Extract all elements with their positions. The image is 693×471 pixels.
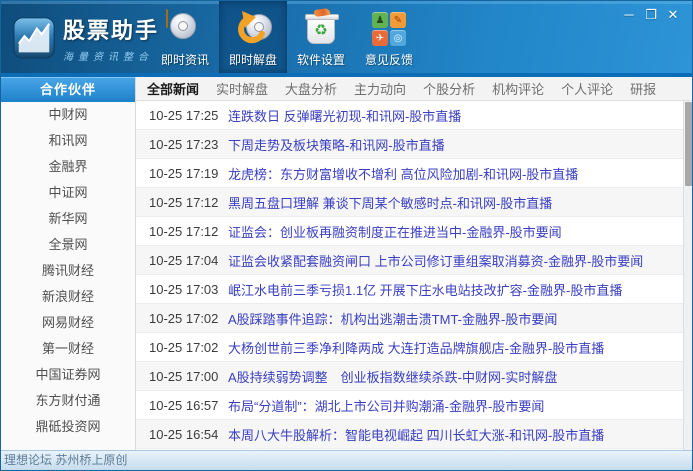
toolbar-button-instant-news[interactable]: 即时资讯 (151, 1, 219, 73)
news-time: 10-25 17:25 (136, 108, 228, 123)
cd-arrow-icon (234, 10, 272, 48)
sidebar-item-quanjing[interactable]: 全景网 (1, 232, 135, 258)
news-title-link[interactable]: 证监会收紧配套融资闸口 上市公司修订重组案取消募资-金融界-股市要闻 (228, 251, 643, 270)
news-time: 10-25 17:23 (136, 137, 228, 152)
news-time: 10-25 17:04 (136, 253, 228, 268)
scrollbar-thumb[interactable] (685, 102, 692, 186)
sidebar-item-tencent-finance[interactable]: 腾讯财经 (1, 258, 135, 284)
cd-disc-icon (166, 10, 204, 48)
news-time: 10-25 17:03 (136, 282, 228, 297)
tab-all-news[interactable]: 全部新闻 (147, 79, 199, 98)
news-title-link[interactable]: A股持续弱势调整 创业板指数继续杀跌-中财网-实时解盘 (228, 367, 557, 386)
toolbar-button-label: 意见反馈 (365, 51, 413, 68)
sidebar-item-dingdi-invest[interactable]: 鼎砥投资网 (1, 414, 135, 440)
sidebar-item-yicai[interactable]: 第一财经 (1, 336, 135, 362)
news-title-link[interactable]: 连跌数日 反弹曙光初现-和讯网-股市直播 (228, 106, 461, 125)
toolbar-button-label: 即时解盘 (229, 51, 277, 68)
news-title-link[interactable]: 岷江水电前三季亏损1.1亿 开展下庄水电站技改扩容-金融界-股市直播 (228, 280, 622, 299)
news-row: 10-25 17:12 黑周五盘口理解 兼谈下周某个敏感时点-和讯网-股市直播 (136, 188, 683, 217)
news-time: 10-25 17:02 (136, 311, 228, 326)
news-time: 10-25 16:54 (136, 427, 228, 442)
news-title-link[interactable]: A股踩踏事件追踪：机构出逃潮击溃TMT-金融界-股市要闻 (228, 309, 557, 328)
news-tabbar: 全部新闻 实时解盘 大盘分析 主力动向 个股分析 机构评论 个人评论 研报 (136, 77, 692, 101)
tab-market-analysis[interactable]: 大盘分析 (285, 79, 337, 98)
status-text: 理想论坛 苏州桥上原创 (4, 453, 127, 467)
app-title: 股票助手 (63, 13, 159, 45)
minimize-button[interactable]: ─ (618, 6, 640, 24)
sidebar-item-hexun[interactable]: 和讯网 (1, 128, 135, 154)
news-row: 10-25 17:03 岷江水电前三季亏损1.1亿 开展下庄水电站技改扩容-金融… (136, 275, 683, 304)
app-subtitle: 海量资讯整合 (63, 48, 159, 63)
news-title-link[interactable]: 下周走势及板块策略-和讯网-股市直播 (228, 135, 445, 154)
news-title-link[interactable]: 黑周五盘口理解 兼谈下周某个敏感时点-和讯网-股市直播 (228, 193, 552, 212)
toolbar-button-label: 软件设置 (297, 51, 345, 68)
sidebar-item-netease-finance[interactable]: 网易财经 (1, 310, 135, 336)
tab-realtime-analysis[interactable]: 实时解盘 (216, 79, 268, 98)
news-row: 10-25 16:57 布局“分道制”：湖北上市公司并购潮涌-金融界-股市要闻 (136, 391, 683, 420)
toolbar-button-feedback[interactable]: ♟ ✎ ✈ ◎ 意见反馈 (355, 1, 423, 73)
news-row: 10-25 17:02 大杨创世前三季净利降两成 大连打造品牌旗舰店-金融界-股… (136, 333, 683, 362)
tab-institution-review[interactable]: 机构评论 (492, 79, 544, 98)
news-time: 10-25 17:12 (136, 224, 228, 239)
news-time: 10-25 16:57 (136, 398, 228, 413)
news-row: 10-25 17:02 A股踩踏事件追踪：机构出逃潮击溃TMT-金融界-股市要闻 (136, 304, 683, 333)
news-time: 10-25 17:12 (136, 195, 228, 210)
sidebar-item-china-securities[interactable]: 中国证券网 (1, 362, 135, 388)
recycle-bin-icon: ♻ (302, 10, 340, 48)
sidebar-item-jinrongjie[interactable]: 金融界 (1, 154, 135, 180)
toolbar-button-label: 即时资讯 (161, 51, 209, 68)
sidebar-item-xinhua[interactable]: 新华网 (1, 206, 135, 232)
partner-sidebar: 合作伙伴 中财网 和讯网 金融界 中证网 新华网 全景网 腾讯财经 新浪财经 网… (1, 77, 136, 450)
feedback-grid-icon: ♟ ✎ ✈ ◎ (370, 10, 408, 48)
status-bar: 理想论坛 苏州桥上原创 (1, 450, 692, 470)
tab-research-report[interactable]: 研报 (630, 79, 656, 98)
close-button[interactable]: ✕ (662, 6, 684, 24)
logo-text: 股票助手 海量资讯整合 (63, 13, 159, 63)
news-title-link[interactable]: 本周八大牛股解析：智能电视崛起 四川长虹大涨-和讯网-股市直播 (228, 425, 604, 444)
sidebar-item-sina-finance[interactable]: 新浪财经 (1, 284, 135, 310)
sidebar-header: 合作伙伴 (1, 77, 135, 102)
tab-personal-review[interactable]: 个人评论 (561, 79, 613, 98)
toolbar-button-settings[interactable]: ♻ 软件设置 (287, 1, 355, 73)
news-scrollbar[interactable] (683, 101, 692, 450)
news-time: 10-25 17:19 (136, 166, 228, 181)
news-title-link[interactable]: 布局“分道制”：湖北上市公司并购潮涌-金融界-股市要闻 (228, 396, 544, 415)
main-panel: 全部新闻 实时解盘 大盘分析 主力动向 个股分析 机构评论 个人评论 研报 10… (136, 77, 692, 450)
window-body: 合作伙伴 中财网 和讯网 金融界 中证网 新华网 全景网 腾讯财经 新浪财经 网… (1, 77, 692, 450)
tab-stock-analysis[interactable]: 个股分析 (423, 79, 475, 98)
news-row: 10-25 17:25 连跌数日 反弹曙光初现-和讯网-股市直播 (136, 101, 683, 130)
news-title-link[interactable]: 证监会：创业板再融资制度正在推进当中-金融界-股市要闻 (228, 222, 562, 241)
news-row: 10-25 16:54 本周八大牛股解析：智能电视崛起 四川长虹大涨-和讯网-股… (136, 420, 683, 449)
news-row: 10-25 17:23 下周走势及板块策略-和讯网-股市直播 (136, 130, 683, 159)
maximize-button[interactable]: ❐ (640, 6, 662, 24)
sidebar-item-eastmoney-pay[interactable]: 东方财付通 (1, 388, 135, 414)
sidebar-item-zhongcai[interactable]: 中财网 (1, 102, 135, 128)
window-controls: ─ ❐ ✕ (618, 6, 684, 24)
news-title-link[interactable]: 龙虎榜：东方财富增收不增利 高位风险加剧-和讯网-股市直播 (228, 164, 578, 183)
news-title-link[interactable]: 大杨创世前三季净利降两成 大连打造品牌旗舰店-金融界-股市直播 (228, 338, 604, 357)
news-row: 10-25 17:04 证监会收紧配套融资闸口 上市公司修订重组案取消募资-金融… (136, 246, 683, 275)
news-time: 10-25 17:00 (136, 369, 228, 384)
news-row: 10-25 17:00 A股持续弱势调整 创业板指数继续杀跌-中财网-实时解盘 (136, 362, 683, 391)
sidebar-item-zhongzheng[interactable]: 中证网 (1, 180, 135, 206)
toolbar: 即时资讯 即时解盘 ♻ 软件 (151, 1, 423, 73)
news-time: 10-25 17:02 (136, 340, 228, 355)
stock-chart-logo-icon (13, 17, 55, 59)
news-row: 10-25 17:19 龙虎榜：东方财富增收不增利 高位风险加剧-和讯网-股市直… (136, 159, 683, 188)
title-bar[interactable]: 股票助手 海量资讯整合 即时资讯 即时解盘 (1, 1, 692, 73)
news-row: 10-25 17:12 证监会：创业板再融资制度正在推进当中-金融界-股市要闻 (136, 217, 683, 246)
tab-main-force[interactable]: 主力动向 (354, 79, 406, 98)
app-window: 股票助手 海量资讯整合 即时资讯 即时解盘 (0, 0, 693, 471)
app-logo: 股票助手 海量资讯整合 (1, 1, 151, 73)
news-list: 10-25 17:25 连跌数日 反弹曙光初现-和讯网-股市直播 10-25 1… (136, 101, 692, 450)
toolbar-button-instant-analysis[interactable]: 即时解盘 (219, 1, 287, 73)
